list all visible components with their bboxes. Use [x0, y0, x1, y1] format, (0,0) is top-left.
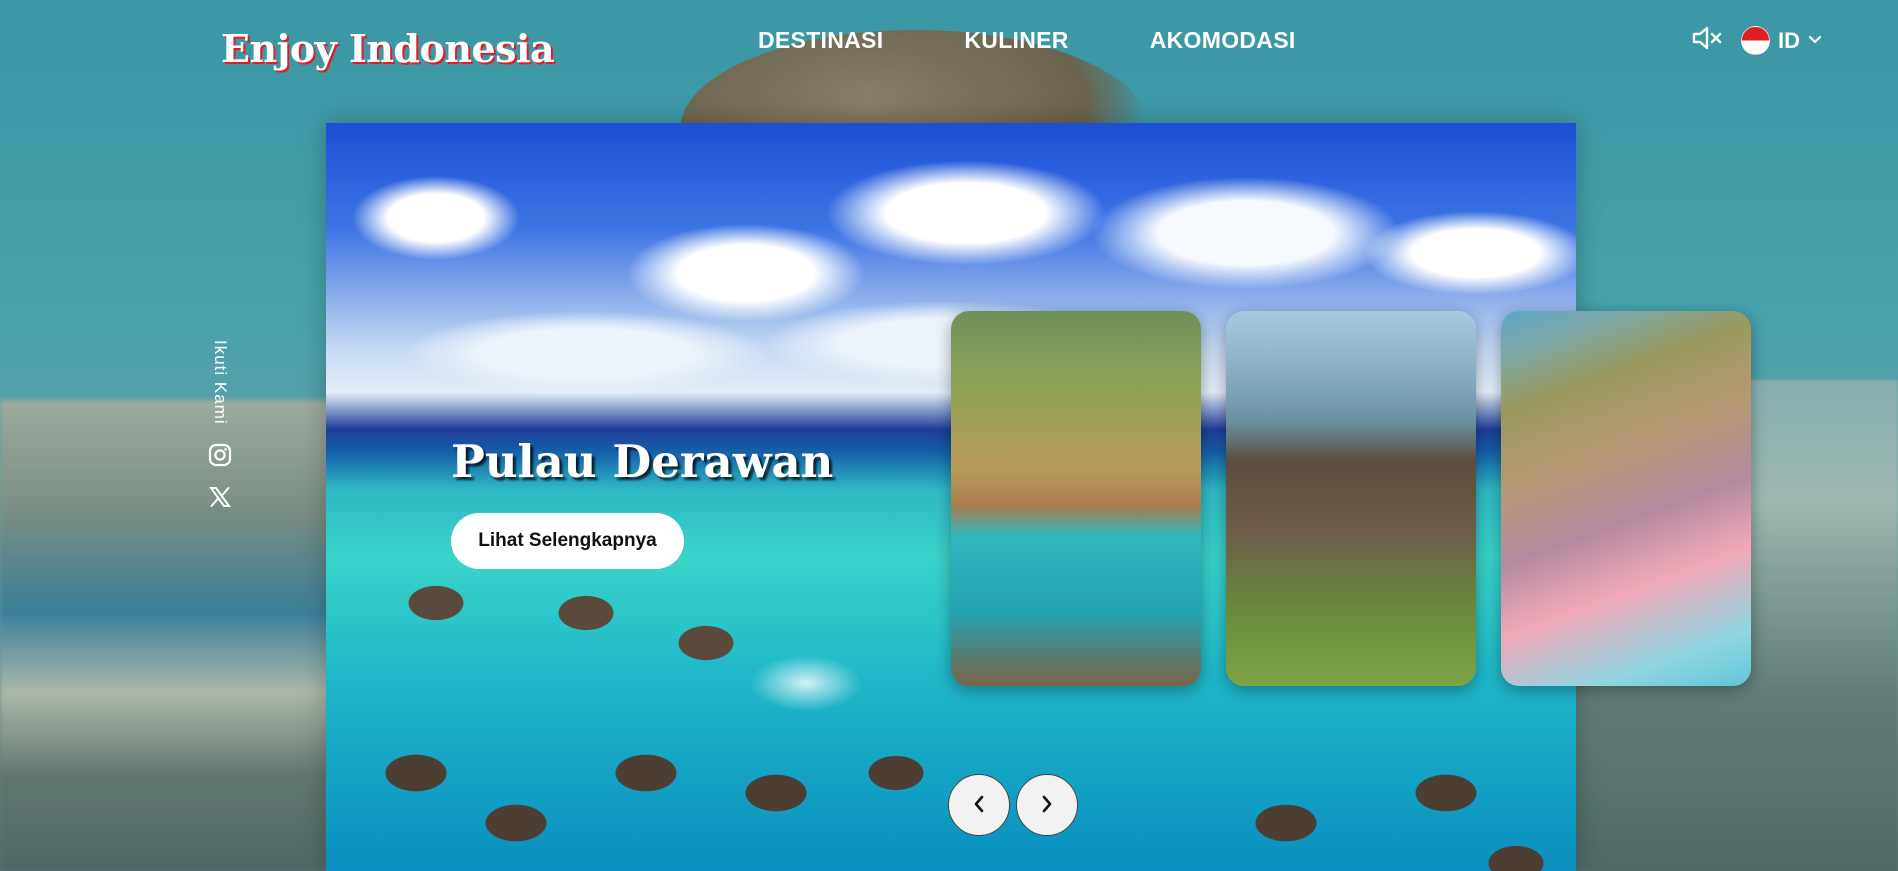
previous-slide-button[interactable]	[948, 774, 1010, 836]
chevron-down-icon	[1808, 32, 1822, 50]
nav-item-akomodasi[interactable]: AKOMODASI	[1150, 27, 1296, 54]
x-icon[interactable]	[208, 485, 232, 509]
chevron-right-icon	[1040, 794, 1054, 817]
social-links: Ikuti Kami	[205, 340, 235, 509]
follow-label: Ikuti Kami	[211, 340, 230, 425]
site-logo[interactable]: Enjoy Indonesia	[221, 26, 555, 71]
chevron-left-icon	[972, 794, 986, 817]
destination-card-pink-beach[interactable]	[1501, 311, 1751, 686]
language-selector[interactable]: ID	[1741, 26, 1822, 55]
nav-item-kuliner[interactable]: KULINER	[964, 27, 1068, 54]
main-nav: DESTINASI KULINER AKOMODASI	[758, 27, 1296, 54]
next-slide-button[interactable]	[1016, 774, 1078, 836]
header-actions: ID	[1691, 25, 1822, 56]
language-label: ID	[1778, 27, 1800, 53]
destination-card-crater-lake[interactable]	[951, 311, 1201, 686]
indonesia-flag-icon	[1741, 26, 1770, 55]
destination-card-komodo[interactable]	[1226, 311, 1476, 686]
speaker-muted-icon[interactable]	[1691, 25, 1723, 56]
nav-item-destinasi[interactable]: DESTINASI	[758, 27, 883, 54]
site-header: Enjoy Indonesia DESTINASI KULINER AKOMOD…	[0, 0, 1898, 90]
instagram-icon[interactable]	[208, 443, 232, 467]
slide-title: Pulau Derawan	[451, 435, 834, 488]
see-more-button[interactable]: Lihat Selengkapnya	[451, 513, 684, 569]
